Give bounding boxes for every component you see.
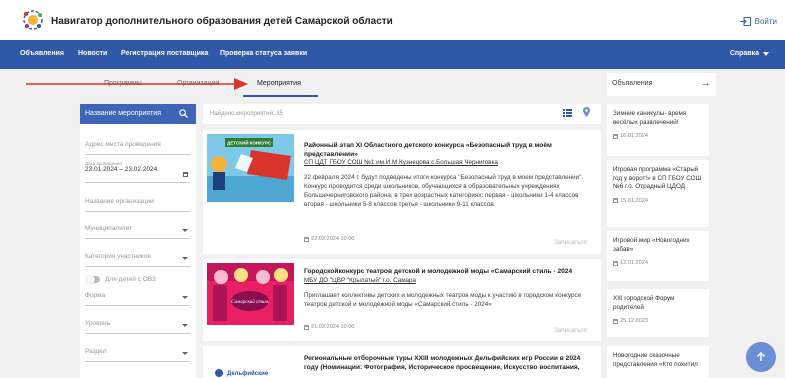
- section-select[interactable]: Раздел: [85, 348, 190, 362]
- event-card[interactable]: Дельфийские Региональные отборочные туры…: [203, 346, 601, 378]
- chevron-down-icon: [182, 352, 188, 355]
- announcement-text: XIII городской Форум родителей: [613, 295, 675, 311]
- event-signup-button[interactable]: Записаться: [554, 327, 587, 334]
- tab-programs[interactable]: Программы: [104, 80, 142, 87]
- announcement-date: 25.12.2023: [613, 318, 703, 324]
- event-date: 21.02.2024 10:00: [304, 324, 355, 330]
- calendar-icon: [304, 324, 309, 330]
- help-label: Справка: [729, 50, 759, 57]
- list-view-icon[interactable]: [563, 109, 572, 117]
- ovz-label: Для детей с ОВЗ: [105, 276, 156, 283]
- active-tab-indicator: [243, 95, 318, 97]
- calendar-icon: [613, 133, 618, 139]
- event-image[interactable]: ДЕТСКИЙ КОНКУРС: [207, 134, 294, 202]
- event-card[interactable]: Самарский стиль Городскойконкурс театров…: [203, 259, 601, 341]
- address-field[interactable]: Адрес места проведения: [85, 141, 190, 155]
- site-title[interactable]: Навигатор дополнительного образования де…: [51, 16, 393, 27]
- level-select[interactable]: Уровень: [85, 320, 190, 334]
- event-image[interactable]: Самарский стиль: [207, 263, 294, 325]
- tab-organizations[interactable]: Организации: [177, 80, 219, 87]
- ovz-toggle-row[interactable]: Для детей с ОВЗ: [86, 275, 156, 284]
- login-button[interactable]: Войти: [739, 17, 777, 26]
- announcement-date: 16.01.2024: [613, 133, 703, 139]
- announcement-date: 15.01.2024: [613, 198, 703, 204]
- chevron-down-icon: [182, 324, 188, 327]
- calendar-icon: [613, 318, 618, 324]
- tab-events[interactable]: Мероприятия: [257, 80, 301, 87]
- announcement-text: Зимние каникулы- время весёлых развлечен…: [613, 110, 687, 126]
- chevron-down-icon: [182, 229, 188, 232]
- announcement-text: Новогодние сказочные представления «Кто …: [613, 352, 698, 368]
- announcement-text: Игровая программа «Старый год у ворот!» …: [613, 166, 702, 190]
- results-count: Найдено мероприятий: 35: [210, 111, 283, 117]
- event-image-caption: ДЕТСКИЙ КОНКУРС: [227, 139, 272, 146]
- calendar-icon[interactable]: [183, 172, 188, 177]
- nav-item-news[interactable]: Новости: [78, 50, 107, 57]
- arrow-up-icon: [756, 352, 766, 361]
- event-image[interactable]: Дельфийские: [213, 366, 283, 378]
- search-icon: [179, 109, 188, 118]
- main-nav: Объявления Новости Регистрация поставщик…: [0, 40, 785, 69]
- date-range-value: 23.01.2024 – 23.02.2024: [85, 166, 158, 173]
- announcement-card[interactable]: XIII городской Форум родителей 25.12.202…: [607, 289, 709, 337]
- calendar-icon: [304, 236, 309, 242]
- login-icon: [739, 17, 751, 26]
- event-organizer-link[interactable]: СП ЦДТ ГБОУ СОШ №1 им.И.М.Кузнецова с.Бо…: [304, 159, 498, 166]
- nav-item-application-status[interactable]: Проверка статуса заявки: [220, 50, 307, 57]
- logo-icon[interactable]: [22, 9, 44, 31]
- event-title[interactable]: Региональные отборочные туры XXIII молод…: [304, 355, 589, 373]
- event-name-search-button[interactable]: Название мероприятия: [80, 104, 196, 124]
- event-signup-button[interactable]: Записаться: [554, 239, 587, 246]
- event-organizer-link[interactable]: МБУ ДО "ЦВР "Крылатый" г.о. Самара: [304, 277, 416, 284]
- announcement-text: Игровой мир «Новогодних забав»: [613, 237, 690, 253]
- scroll-to-top-button[interactable]: [746, 342, 776, 372]
- chevron-down-icon: [182, 257, 188, 260]
- announcement-card[interactable]: Игровая программа «Старый год у ворот!» …: [607, 160, 709, 227]
- arrow-right-icon[interactable]: →: [700, 77, 711, 89]
- event-image-caption: Самарский стиль: [231, 299, 269, 305]
- event-date: 22.02.2024 10:00: [304, 236, 355, 242]
- announcement-card[interactable]: Зимние каникулы- время весёлых развлечен…: [607, 104, 709, 156]
- organization-field[interactable]: Название организации: [85, 198, 190, 212]
- event-title[interactable]: Районный этап XI Областного детского кон…: [304, 142, 589, 160]
- event-title[interactable]: Городскойконкурс театров детской и молод…: [304, 268, 589, 277]
- calendar-icon: [613, 260, 618, 266]
- chevron-down-icon: [763, 51, 769, 56]
- municipality-select[interactable]: Муниципалитет: [85, 225, 190, 239]
- search-button-label: Название мероприятия: [85, 110, 162, 117]
- tab-bar: [80, 73, 601, 96]
- form-select[interactable]: Форма: [85, 292, 190, 306]
- event-description: Приглашает коллективы детских и молодежн…: [304, 292, 582, 308]
- chevron-down-icon: [182, 296, 188, 299]
- event-image-caption: Дельфийские: [227, 370, 269, 377]
- participants-category-select[interactable]: Категория участников: [85, 253, 190, 267]
- announcements-title: Объявления: [612, 80, 653, 87]
- announcement-card[interactable]: Новогодние сказочные представления «Кто …: [607, 346, 709, 378]
- date-range-field[interactable]: Дата проведения 23.01.2024 – 23.02.2024: [85, 161, 190, 183]
- event-description: 22 февраля 2024 г. будут подведены итоги…: [304, 174, 584, 208]
- ovz-toggle[interactable]: [86, 275, 100, 284]
- nav-item-announcements[interactable]: Объявления: [20, 50, 64, 57]
- announcement-card[interactable]: Игровой мир «Новогодних забав» 12.01.202…: [607, 231, 709, 281]
- map-pin-icon[interactable]: [583, 107, 590, 117]
- top-header: Навигатор дополнительного образования де…: [0, 0, 785, 40]
- help-menu[interactable]: Справка: [730, 50, 769, 57]
- login-label: Войти: [754, 17, 777, 26]
- event-card[interactable]: ДЕТСКИЙ КОНКУРС Районный этап XI Областн…: [203, 130, 601, 254]
- nav-item-provider-registration[interactable]: Регистрация поставщика: [121, 50, 208, 57]
- announcement-date: 12.01.2024: [613, 260, 703, 266]
- calendar-icon: [613, 198, 618, 203]
